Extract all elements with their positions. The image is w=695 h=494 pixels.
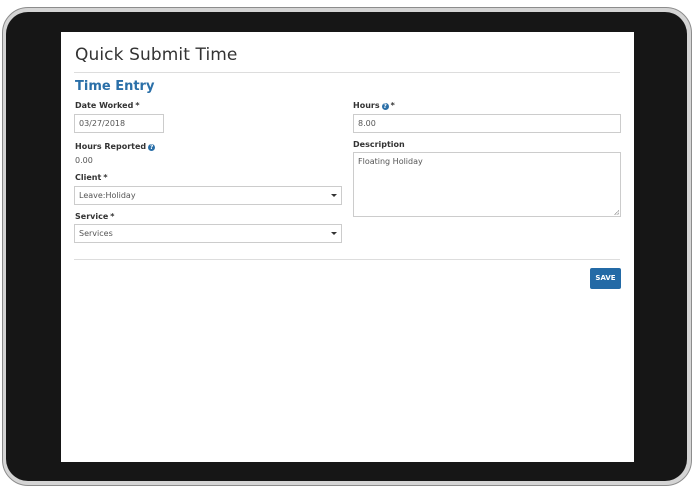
hours-input[interactable]: 8.00: [353, 114, 621, 133]
description-label: Description: [353, 140, 405, 149]
hours-label: Hours? *: [353, 101, 395, 110]
date-worked-value: 03/27/2018: [79, 119, 126, 128]
client-label: Client *: [75, 173, 108, 182]
date-worked-input[interactable]: 03/27/2018: [74, 114, 164, 133]
required-mark: *: [110, 212, 115, 221]
service-selected-value: Services: [79, 229, 113, 238]
hours-reported-label: Hours Reported?: [75, 142, 156, 151]
description-value: Floating Holiday: [358, 157, 423, 166]
resize-handle-icon[interactable]: [614, 210, 619, 215]
date-worked-label: Date Worked *: [75, 101, 140, 110]
question-circle-icon[interactable]: ?: [148, 144, 156, 151]
service-select[interactable]: Services: [74, 224, 342, 243]
client-selected-value: Leave:Holiday: [79, 191, 136, 200]
description-textarea[interactable]: Floating Holiday: [353, 152, 621, 217]
required-mark: *: [135, 101, 140, 110]
hours-reported-label-text: Hours Reported: [75, 142, 147, 151]
caret-down-icon: [331, 194, 337, 197]
service-label: Service *: [75, 212, 114, 221]
required-mark: *: [390, 101, 395, 110]
hours-label-text: Hours: [353, 101, 380, 110]
question-circle-icon[interactable]: ?: [381, 103, 389, 110]
caret-down-icon: [331, 232, 337, 235]
service-label-text: Service: [75, 212, 109, 221]
client-select[interactable]: Leave:Holiday: [74, 186, 342, 205]
save-button[interactable]: SAVE: [590, 268, 621, 289]
hours-reported-value: 0.00: [75, 156, 93, 165]
app-screen: Quick Submit Time Time Entry Date Worked…: [61, 32, 634, 462]
hours-value: 8.00: [358, 119, 376, 128]
date-worked-label-text: Date Worked: [75, 101, 134, 110]
required-mark: *: [103, 173, 108, 182]
form-divider: [74, 259, 620, 260]
client-label-text: Client: [75, 173, 102, 182]
page-title: Quick Submit Time: [75, 45, 238, 65]
title-divider: [74, 72, 620, 73]
section-title: Time Entry: [75, 79, 155, 94]
